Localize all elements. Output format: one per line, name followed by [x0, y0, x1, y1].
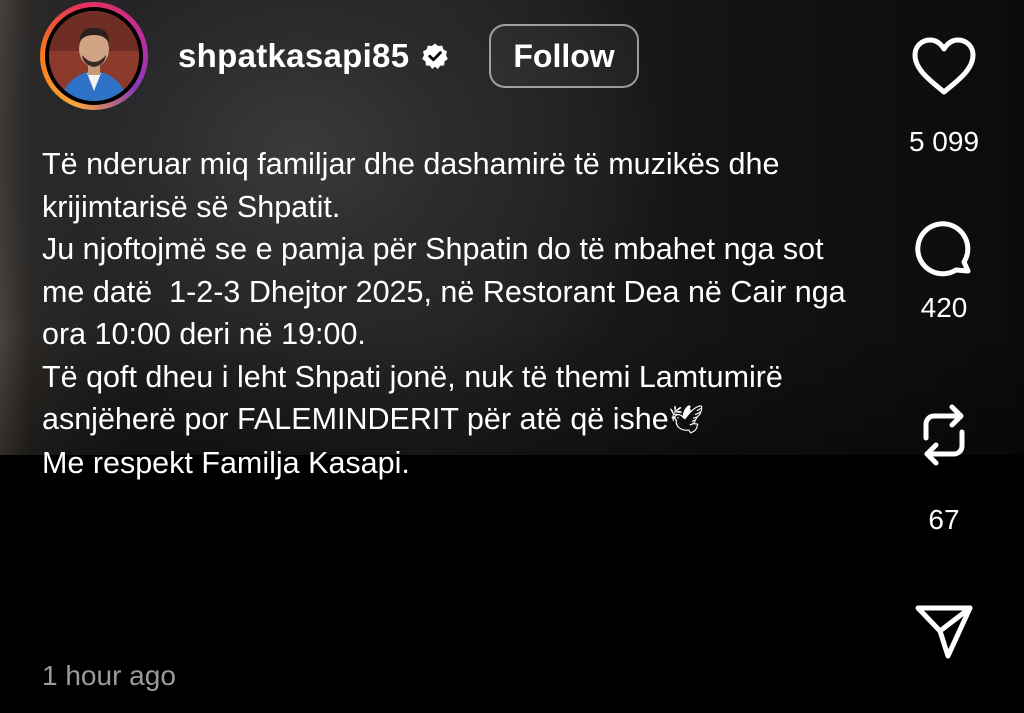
follow-button[interactable]: Follow — [489, 24, 639, 88]
send-icon[interactable] — [912, 600, 976, 664]
heart-icon[interactable] — [909, 34, 979, 98]
dove-emoji: 🕊 — [668, 404, 705, 435]
username[interactable]: shpatkasapi85 — [178, 37, 409, 75]
comment-action: 420 — [864, 218, 1024, 324]
post-caption: Të nderuar miq familjar dhe dashamirë të… — [42, 143, 862, 484]
share-action — [864, 600, 1024, 664]
repost-count[interactable]: 67 — [928, 504, 959, 536]
repost-action: 67 — [864, 400, 1024, 536]
action-bar: 5 099 420 67 — [864, 0, 1024, 713]
like-count[interactable]: 5 099 — [909, 126, 979, 158]
post-timestamp: 1 hour ago — [42, 660, 176, 691]
comment-count[interactable]: 420 — [921, 292, 968, 324]
caption-paragraph: Ju njoftojmë se e pamja për Shpatin do t… — [42, 232, 855, 351]
caption-paragraph: Të nderuar miq familjar dhe dashamirë të… — [42, 147, 788, 224]
comment-bubble-icon[interactable] — [912, 218, 976, 282]
verified-badge-icon — [421, 42, 449, 70]
caption-paragraph: Me respekt Familja Kasapi. — [42, 445, 410, 480]
avatar[interactable] — [40, 2, 148, 110]
post-header: shpatkasapi85 Follow — [40, 2, 639, 110]
repost-icon[interactable] — [912, 400, 976, 470]
like-action: 5 099 — [864, 34, 1024, 158]
caption-paragraph: Të qoft dheu i leht Shpati jonë, nuk të … — [42, 356, 862, 442]
avatar-photo — [49, 11, 139, 101]
